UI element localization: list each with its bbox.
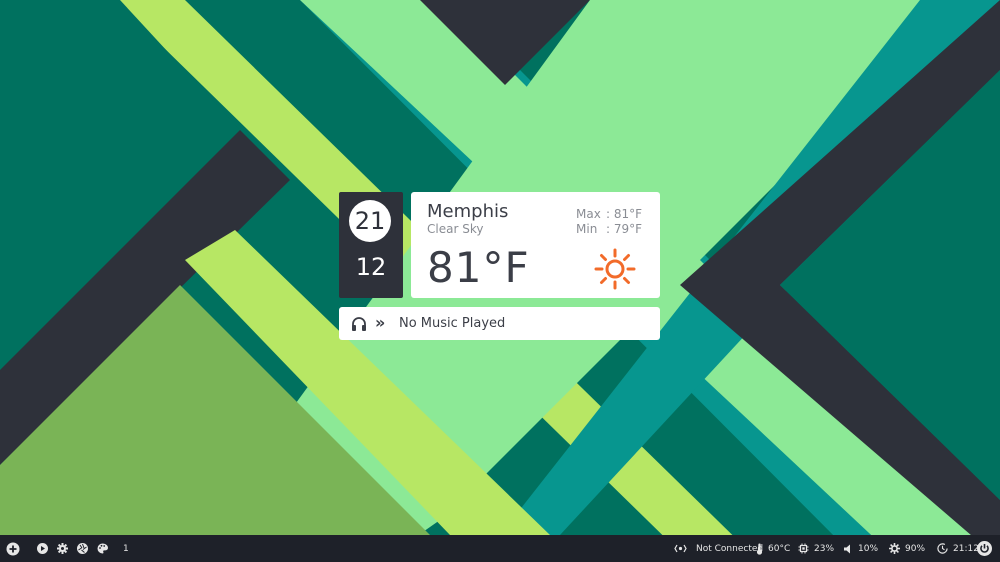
gear-icon [57, 543, 68, 554]
weather-min-label: Min [576, 222, 598, 236]
brightness-label: 90% [905, 543, 926, 554]
clock-widget: 21 12 [339, 192, 403, 298]
palette-button[interactable] [97, 535, 108, 562]
weather-temperature: 81°F [427, 243, 530, 292]
clock-label: 21:12 [953, 543, 979, 554]
workspace-number: 1 [123, 543, 129, 554]
brightness-icon [889, 543, 900, 554]
weather-city: Memphis [427, 201, 509, 222]
power-button[interactable] [977, 535, 992, 562]
weather-widget: Memphis Clear Sky Max : 81°F Min : 79°F 81… [411, 192, 660, 298]
workspace-indicator[interactable]: 1 [123, 535, 129, 562]
network-status[interactable]: Not Connected [674, 535, 763, 562]
cpu-icon [798, 543, 809, 554]
network-label: Not Connected [696, 543, 764, 554]
add-button[interactable] [6, 535, 20, 562]
thermometer-icon [756, 543, 763, 555]
network-icon [674, 544, 687, 553]
volume-icon [844, 544, 850, 553]
temperature-label: 60°C [768, 543, 791, 554]
volume-label: 10% [858, 543, 879, 554]
bottom-panel: 1 Not Connected 60°C 23% 10% 90% 21:12 [0, 535, 1000, 562]
temperature-status[interactable]: 60°C [756, 535, 790, 562]
aperture-icon [77, 543, 88, 554]
weather-max: Max : 81°F [576, 207, 642, 221]
music-widget[interactable]: » No Music Played [339, 307, 660, 340]
cpu-label: 23% [814, 543, 835, 554]
brightness-status[interactable]: 90% [889, 535, 925, 562]
clock-icon [937, 543, 948, 554]
add-icon [6, 542, 20, 555]
headphones-icon [352, 317, 366, 331]
cpu-status[interactable]: 23% [798, 535, 834, 562]
clock-minute: 12 [355, 253, 387, 281]
weather-min-value: : 79°F [606, 222, 643, 236]
play-button[interactable] [37, 535, 48, 562]
weather-max-label: Max [576, 207, 601, 221]
music-title: No Music Played [399, 316, 506, 331]
volume-status[interactable]: 10% [843, 535, 878, 562]
aperture-button[interactable] [77, 535, 88, 562]
play-icon [37, 543, 48, 554]
next-icon[interactable]: » [375, 313, 385, 333]
clock-status[interactable]: 21:12 [937, 535, 979, 562]
weather-max-value: : 81°F [606, 207, 643, 221]
clock-hour: 21 [349, 200, 391, 242]
power-icon [977, 541, 992, 556]
settings-button[interactable] [57, 535, 68, 562]
weather-condition: Clear Sky [427, 222, 484, 236]
weather-min: Min : 79°F [576, 222, 642, 236]
palette-icon [97, 543, 108, 554]
sun-icon [594, 248, 636, 290]
